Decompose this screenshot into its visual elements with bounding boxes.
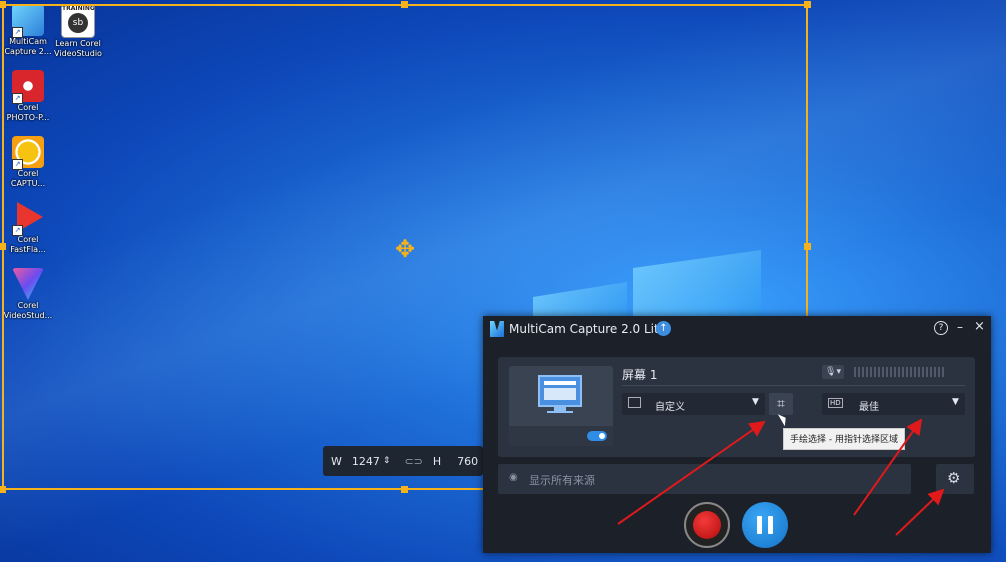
annotation-arrow [853,418,923,516]
annotation-arrows [617,418,945,536]
annotation-arrow [617,420,766,525]
annotation-arrow [895,488,945,536]
